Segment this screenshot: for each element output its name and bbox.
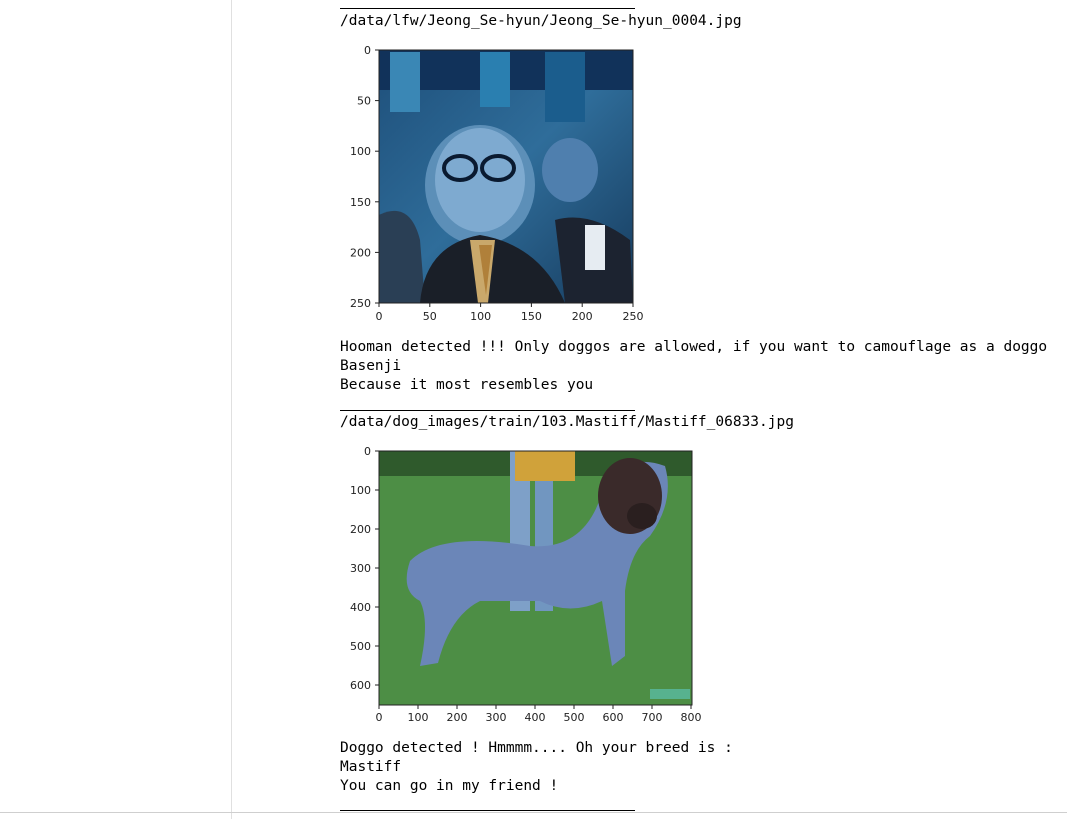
x-tick-label: 50 xyxy=(423,310,437,323)
x-axis-1: 0 50 100 150 200 250 xyxy=(376,303,644,323)
output-line: Because it most resembles you xyxy=(340,377,594,393)
x-tick-label: 150 xyxy=(521,310,542,323)
cell-border xyxy=(0,812,1067,813)
y-tick-label: 0 xyxy=(364,44,371,57)
x-tick-label: 200 xyxy=(572,310,593,323)
output-line: Doggo detected ! Hmmmm.... Oh your breed… xyxy=(340,740,733,756)
y-tick-label: 200 xyxy=(350,523,371,536)
y-tick-label: 0 xyxy=(364,445,371,458)
dog-photo xyxy=(379,451,692,705)
y-axis-1: 0 50 100 150 200 250 xyxy=(350,44,379,310)
face-photo xyxy=(379,50,633,303)
output-line: You can go in my friend ! xyxy=(340,778,559,794)
y-tick-label: 600 xyxy=(350,679,371,692)
y-tick-label: 50 xyxy=(357,95,371,108)
separator-bottom xyxy=(340,810,635,811)
y-tick-label: 300 xyxy=(350,562,371,575)
x-tick-label: 0 xyxy=(376,310,383,323)
x-tick-label: 250 xyxy=(623,310,644,323)
y-tick-label: 250 xyxy=(350,297,371,310)
output-line: Mastiff xyxy=(340,759,402,775)
x-tick-label: 400 xyxy=(525,711,546,724)
y-tick-label: 200 xyxy=(350,246,371,259)
output-line: Hooman detected !!! Only doggos are allo… xyxy=(340,339,1048,355)
x-tick-label: 600 xyxy=(603,711,624,724)
y-tick-label: 150 xyxy=(350,196,371,209)
image-path-1: /data/lfw/Jeong_Se-hyun/Jeong_Se-hyun_00… xyxy=(340,13,742,29)
x-tick-label: 500 xyxy=(564,711,585,724)
x-tick-label: 100 xyxy=(470,310,491,323)
cell-gutter xyxy=(231,0,232,819)
y-tick-label: 500 xyxy=(350,640,371,653)
x-tick-label: 200 xyxy=(447,711,468,724)
y-tick-label: 100 xyxy=(350,484,371,497)
y-tick-label: 100 xyxy=(350,145,371,158)
image-path-2: /data/dog_images/train/103.Mastiff/Masti… xyxy=(340,414,794,430)
y-axis-2: 0 100 200 300 400 500 600 xyxy=(350,445,379,692)
y-tick-label: 400 xyxy=(350,601,371,614)
x-axis-2: 0 100 200 300 400 500 600 700 800 xyxy=(376,705,702,724)
x-tick-label: 700 xyxy=(642,711,663,724)
x-tick-label: 100 xyxy=(408,711,429,724)
output-line: Basenji xyxy=(340,358,402,374)
x-tick-label: 800 xyxy=(681,711,702,724)
separator-top xyxy=(340,8,635,9)
x-tick-label: 0 xyxy=(376,711,383,724)
separator-mid xyxy=(340,410,635,411)
plot-face: 0 50 100 150 200 250 0 50 100 150 200 25… xyxy=(350,44,644,323)
plot-dog: 0 100 200 300 400 500 600 0 100 200 300 … xyxy=(350,445,702,724)
x-tick-label: 300 xyxy=(486,711,507,724)
